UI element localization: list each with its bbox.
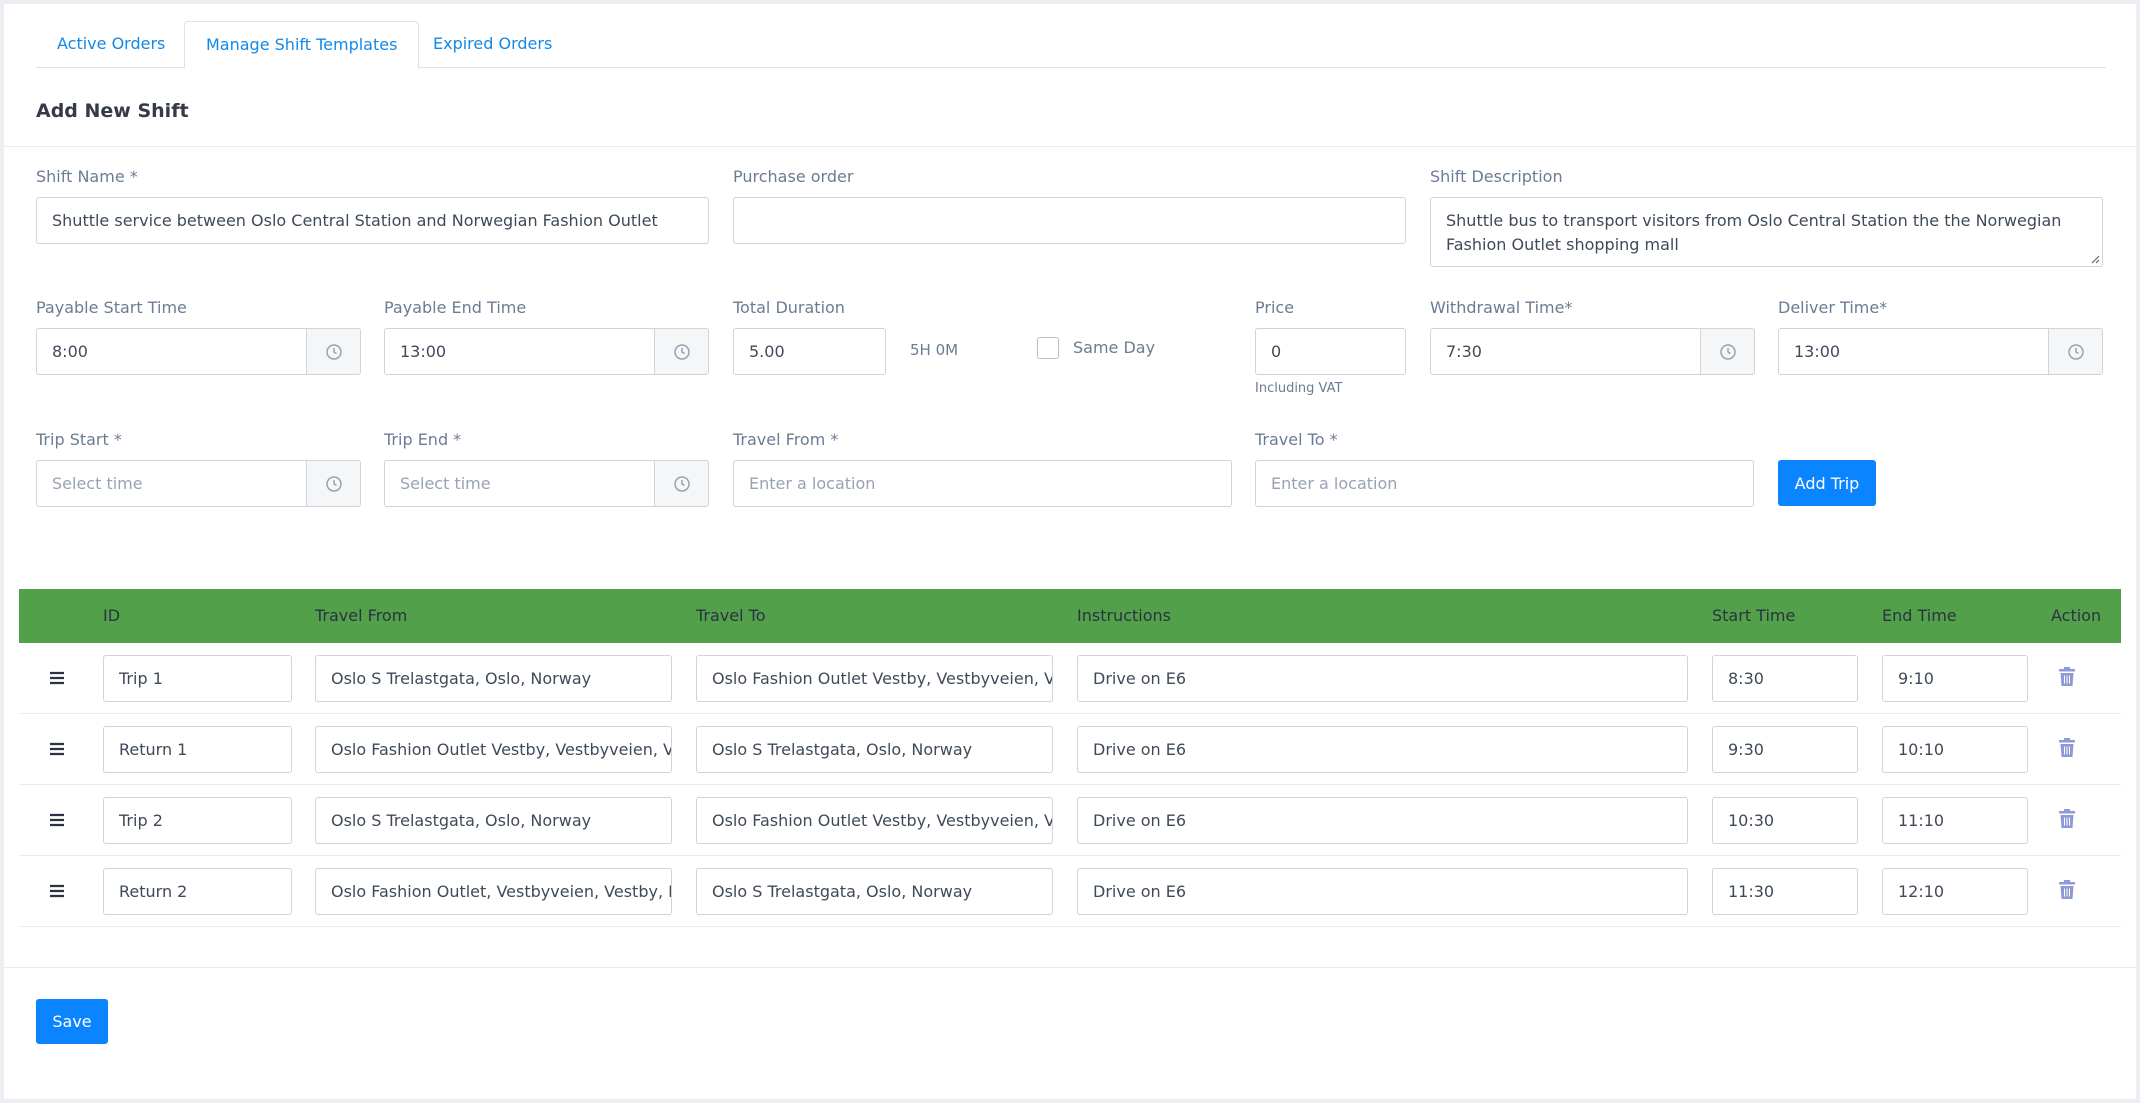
total-duration-label: Total Duration (733, 298, 845, 317)
payable-start-label: Payable Start Time (36, 298, 187, 317)
column-header-start-time: Start Time (1712, 606, 1796, 625)
payable-end-label: Payable End Time (384, 298, 527, 317)
drag-handle-icon[interactable] (48, 882, 66, 900)
table-row: Return 2 Oslo Fashion Outlet, Vestbyveie… (19, 856, 2121, 927)
trip-id-input[interactable]: Trip 1 (103, 655, 292, 702)
travel-from-input[interactable]: Enter a location (733, 460, 1232, 507)
section-title: Add New Shift (36, 100, 189, 122)
payable-start-clock-button[interactable] (307, 328, 361, 375)
trip-end-clock-button[interactable] (655, 460, 709, 507)
drag-handle-icon[interactable] (48, 740, 66, 758)
tab-bar: Active Orders Manage Shift Templates Exp… (36, 21, 2106, 69)
same-day-label: Same Day (1073, 338, 1156, 357)
shift-description-textarea[interactable]: Shuttle bus to transport visitors from O… (1430, 197, 2103, 267)
trip-end-input[interactable]: Select time (384, 460, 655, 507)
trip-travel-to-input[interactable]: Oslo S Trelastgata, Oslo, Norway (696, 726, 1053, 773)
page: Active Orders Manage Shift Templates Exp… (4, 4, 2136, 1099)
trip-end-label: Trip End * (384, 430, 462, 449)
trip-travel-to-input[interactable]: Oslo Fashion Outlet Vestby, Vestbyveien,… (696, 797, 1053, 844)
trash-icon[interactable] (2058, 667, 2076, 687)
withdrawal-time-label: Withdrawal Time* (1430, 298, 1573, 317)
price-label: Price (1255, 298, 1295, 317)
travel-to-input[interactable]: Enter a location (1255, 460, 1754, 507)
trip-travel-from-input[interactable]: Oslo Fashion Outlet Vestby, Vestbyveien,… (315, 726, 672, 773)
clock-icon (2067, 343, 2084, 360)
shift-name-label: Shift Name * (36, 167, 138, 186)
trash-icon[interactable] (2058, 880, 2076, 900)
clock-icon (673, 343, 690, 360)
travel-to-label: Travel To * (1255, 430, 1338, 449)
trip-travel-to-input[interactable]: Oslo Fashion Outlet Vestby, Vestbyveien,… (696, 655, 1053, 702)
trips-table-header: ID Travel From Travel To Instructions St… (19, 589, 2121, 643)
save-button[interactable]: Save (36, 999, 108, 1044)
payable-start-input[interactable]: 8:00 (36, 328, 307, 375)
trip-start-time-input[interactable]: 11:30 (1712, 868, 1858, 915)
withdrawal-time-input[interactable]: 7:30 (1430, 328, 1701, 375)
trip-end-time-input[interactable]: 10:10 (1882, 726, 2028, 773)
total-duration-input[interactable]: 5.00 (733, 328, 886, 375)
column-header-id: ID (103, 606, 121, 625)
divider (4, 967, 2136, 968)
trip-end-time-input[interactable]: 11:10 (1882, 797, 2028, 844)
tab-manage-shift-templates[interactable]: Manage Shift Templates (184, 21, 420, 69)
shift-name-input[interactable]: Shuttle service between Oslo Central Sta… (36, 197, 709, 244)
trip-end-time-input[interactable]: 9:10 (1882, 655, 2028, 702)
trip-start-time-input[interactable]: 8:30 (1712, 655, 1858, 702)
travel-from-label: Travel From * (733, 430, 839, 449)
trip-travel-from-input[interactable]: Oslo Fashion Outlet, Vestbyveien, Vestby… (315, 868, 672, 915)
table-row: Return 1 Oslo Fashion Outlet Vestby, Ves… (19, 714, 2121, 785)
column-header-travel-to: Travel To (696, 606, 766, 625)
trip-travel-from-input[interactable]: Oslo S Trelastgata, Oslo, Norway (315, 797, 672, 844)
deliver-time-label: Deliver Time* (1778, 298, 1888, 317)
add-trip-button[interactable]: Add Trip (1778, 460, 1876, 506)
trip-instructions-input[interactable]: Drive on E6 (1077, 868, 1688, 915)
purchase-order-input[interactable] (733, 197, 1406, 244)
clock-icon (1719, 343, 1736, 360)
column-header-travel-from: Travel From (315, 606, 408, 625)
same-day-checkbox[interactable] (1037, 337, 1059, 359)
purchase-order-label: Purchase order (733, 167, 854, 186)
trip-instructions-input[interactable]: Drive on E6 (1077, 655, 1688, 702)
trip-travel-to-input[interactable]: Oslo S Trelastgata, Oslo, Norway (696, 868, 1053, 915)
payable-end-clock-button[interactable] (655, 328, 709, 375)
tab-expired-orders[interactable]: Expired Orders (412, 21, 573, 68)
tab-active-orders[interactable]: Active Orders (36, 21, 186, 68)
clock-icon (673, 475, 690, 492)
deliver-time-clock-button[interactable] (2049, 328, 2103, 375)
trip-start-time-input[interactable]: 10:30 (1712, 797, 1858, 844)
trip-instructions-input[interactable]: Drive on E6 (1077, 726, 1688, 773)
trip-id-input[interactable]: Trip 2 (103, 797, 292, 844)
trip-start-time-input[interactable]: 9:30 (1712, 726, 1858, 773)
clock-icon (325, 475, 342, 492)
table-row: Trip 2 Oslo S Trelastgata, Oslo, Norway … (19, 785, 2121, 856)
trip-end-time-input[interactable]: 12:10 (1882, 868, 2028, 915)
trip-instructions-input[interactable]: Drive on E6 (1077, 797, 1688, 844)
resize-grip-icon[interactable] (2090, 254, 2100, 264)
total-duration-display: 5H 0M (910, 341, 959, 359)
trash-icon[interactable] (2058, 738, 2076, 758)
price-hint: Including VAT (1255, 381, 1343, 396)
drag-handle-icon[interactable] (48, 811, 66, 829)
deliver-time-input[interactable]: 13:00 (1778, 328, 2049, 375)
trip-start-label: Trip Start * (36, 430, 122, 449)
trip-start-clock-button[interactable] (307, 460, 361, 507)
table-row: Trip 1 Oslo S Trelastgata, Oslo, Norway … (19, 643, 2121, 714)
trip-travel-from-input[interactable]: Oslo S Trelastgata, Oslo, Norway (315, 655, 672, 702)
column-header-action: Action (2051, 606, 2102, 625)
trip-id-input[interactable]: Return 1 (103, 726, 292, 773)
trip-id-input[interactable]: Return 2 (103, 868, 292, 915)
column-header-end-time: End Time (1882, 606, 1957, 625)
column-header-instructions: Instructions (1077, 606, 1171, 625)
payable-end-input[interactable]: 13:00 (384, 328, 655, 375)
withdrawal-time-clock-button[interactable] (1701, 328, 1755, 375)
price-input[interactable]: 0 (1255, 328, 1406, 375)
trash-icon[interactable] (2058, 809, 2076, 829)
trip-start-input[interactable]: Select time (36, 460, 307, 507)
shift-description-text: Shuttle bus to transport visitors from O… (1446, 211, 2062, 254)
divider (4, 146, 2136, 147)
shift-description-label: Shift Description (1430, 167, 1563, 186)
drag-handle-icon[interactable] (48, 669, 66, 687)
clock-icon (325, 343, 342, 360)
